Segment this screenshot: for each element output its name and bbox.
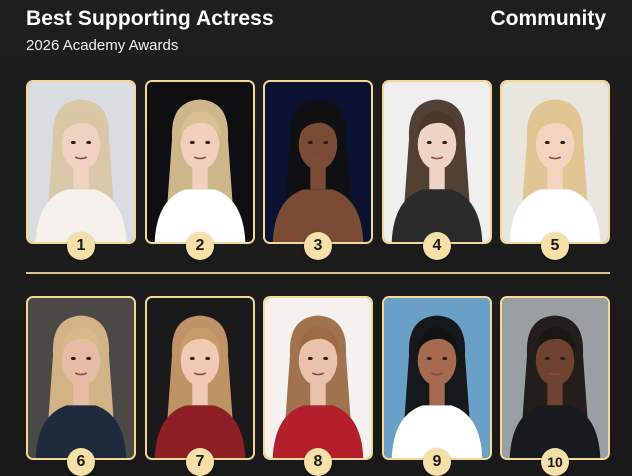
nominee-card[interactable]: [500, 296, 610, 460]
rank-badge: 6: [67, 448, 95, 476]
rank-badge: 3: [304, 232, 332, 260]
portrait-photo: [502, 298, 608, 458]
portrait-photo: [28, 298, 134, 458]
row-divider: [26, 272, 610, 274]
rank-badge: 2: [186, 232, 214, 260]
portrait-photo: [28, 82, 134, 242]
nominee-card[interactable]: [263, 80, 373, 244]
rank-badge: 5: [541, 232, 569, 260]
portrait-photo: [147, 298, 253, 458]
portrait-photo: [147, 82, 253, 242]
app-page: Best Supporting Actress 2026 Academy Awa…: [0, 0, 632, 476]
nominee-card[interactable]: [382, 80, 492, 244]
portrait-photo: [502, 82, 608, 242]
rank-badge: 8: [304, 448, 332, 476]
portrait-photo: [384, 298, 490, 458]
rank-badge: 10: [541, 448, 569, 476]
nominee-card[interactable]: [500, 80, 610, 244]
rank-badge: 7: [186, 448, 214, 476]
nominee-card[interactable]: [26, 80, 136, 244]
nominee-card[interactable]: [145, 80, 255, 244]
rank-badge: 4: [423, 232, 451, 260]
portrait-photo: [265, 82, 371, 242]
nominee-card[interactable]: [263, 296, 373, 460]
ranking-row-1: 1 2 3 4 5: [26, 80, 610, 260]
rank-badge: 1: [67, 232, 95, 260]
nominee-card[interactable]: [382, 296, 492, 460]
ranking-row-2: 6 7 8 9 10: [26, 296, 610, 476]
community-label[interactable]: Community: [491, 7, 607, 31]
nominee-card[interactable]: [26, 296, 136, 460]
portrait-photo: [384, 82, 490, 242]
portrait-photo: [265, 298, 371, 458]
rank-badge: 9: [423, 448, 451, 476]
page-subtitle: 2026 Academy Awards: [26, 37, 179, 54]
page-title: Best Supporting Actress: [26, 7, 274, 30]
nominee-card[interactable]: [145, 296, 255, 460]
